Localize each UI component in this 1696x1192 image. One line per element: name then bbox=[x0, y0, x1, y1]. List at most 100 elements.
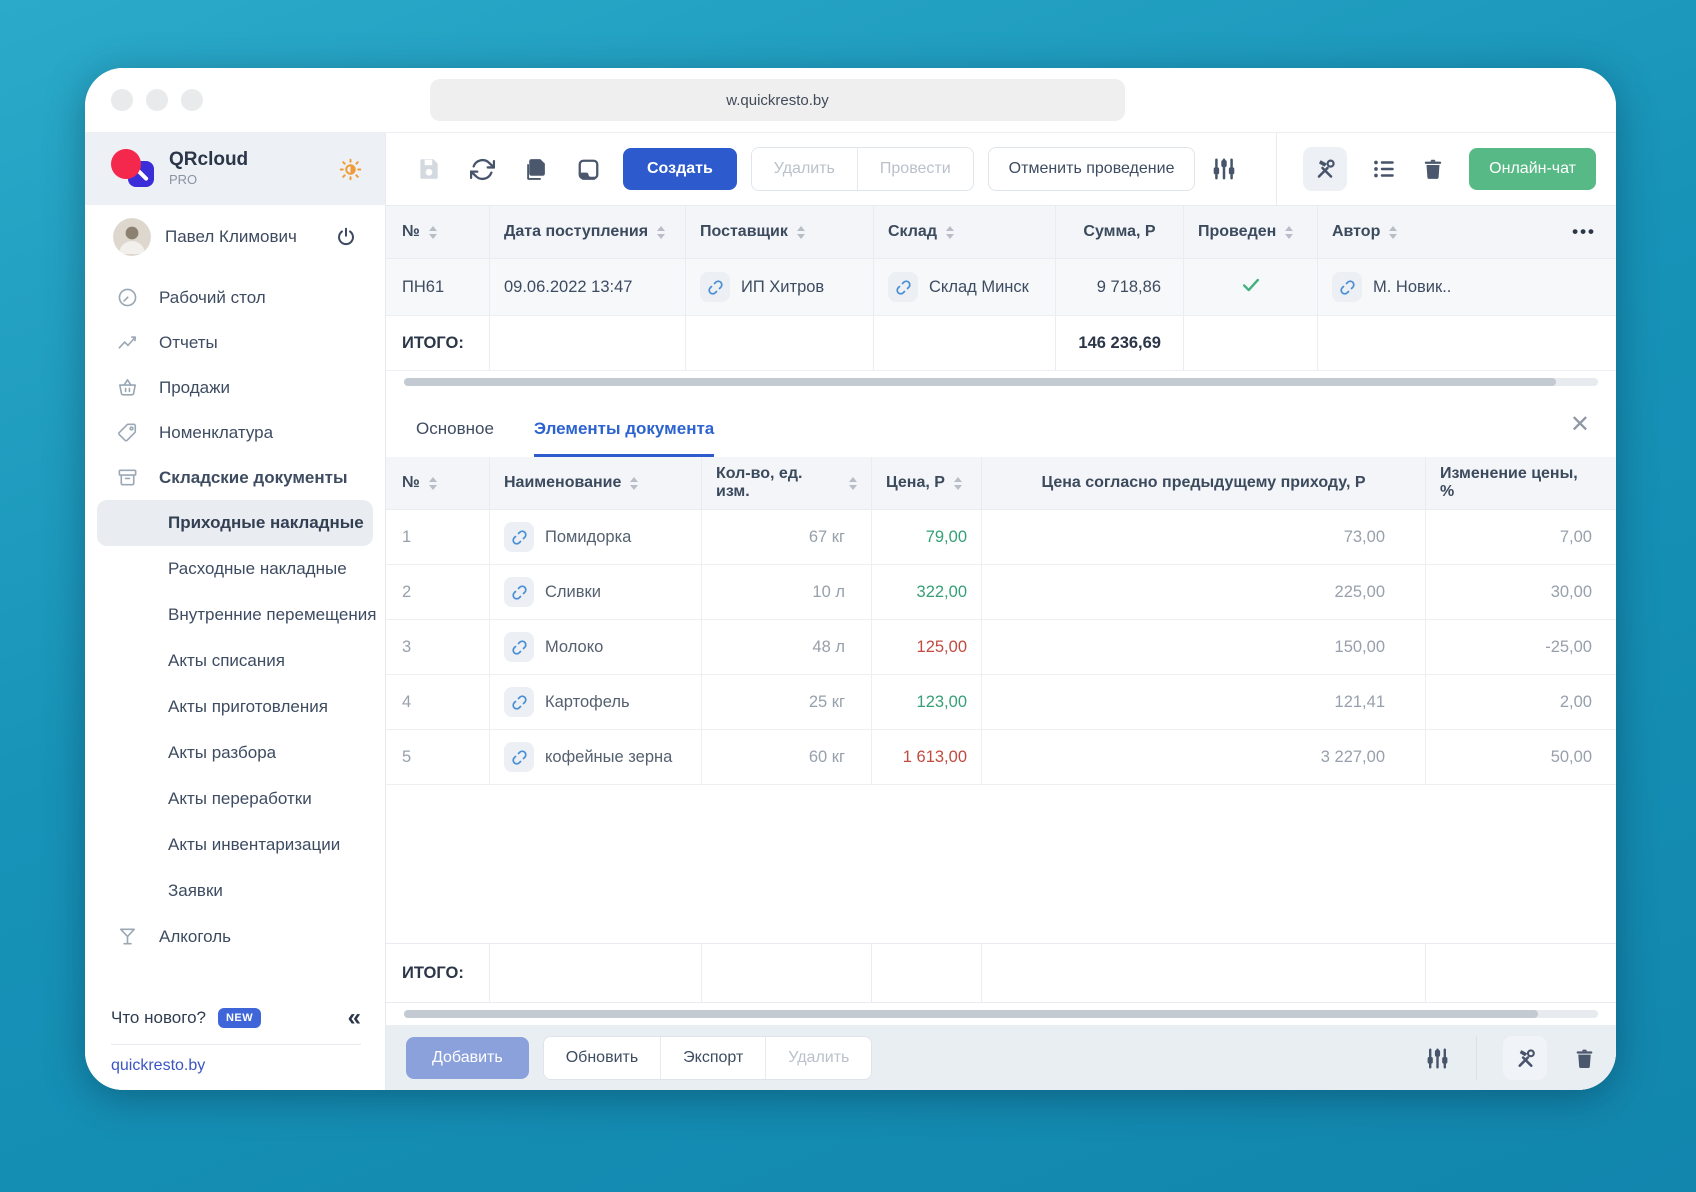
element-row[interactable]: 3 Молоко 48 л 125,00 150,00 -25,00 bbox=[386, 620, 1616, 675]
user-row[interactable]: Павел Климович bbox=[85, 205, 385, 269]
save-icon[interactable] bbox=[416, 156, 442, 182]
column-header-num[interactable]: № bbox=[386, 206, 490, 258]
column-settings-sliders-icon[interactable] bbox=[1425, 1046, 1450, 1071]
total-label: ИТОГО: bbox=[386, 316, 490, 370]
logout-power-icon[interactable] bbox=[335, 226, 357, 248]
sidebar-subitem-preparation-acts[interactable]: Акты приготовления bbox=[85, 684, 385, 730]
copy-icon[interactable] bbox=[523, 157, 548, 182]
export-button[interactable]: Экспорт bbox=[660, 1037, 766, 1079]
refresh-button[interactable]: Обновить bbox=[543, 1037, 661, 1079]
whats-new-link[interactable]: Что нового? bbox=[111, 1008, 206, 1028]
add-button[interactable]: Добавить bbox=[406, 1037, 529, 1079]
link-icon[interactable] bbox=[700, 272, 730, 302]
row-qty: 10 л bbox=[702, 565, 872, 619]
online-chat-button[interactable]: Онлайн-чат bbox=[1469, 148, 1596, 190]
column-header-supplier[interactable]: Поставщик bbox=[686, 206, 874, 258]
collapse-sidebar-icon[interactable]: « bbox=[348, 1006, 361, 1030]
user-name: Павел Климович bbox=[165, 227, 297, 246]
element-row[interactable]: 2 Сливки 10 л 322,00 225,00 30,00 bbox=[386, 565, 1616, 620]
more-columns-icon[interactable]: ••• bbox=[1572, 222, 1596, 242]
tab-main[interactable]: Основное bbox=[416, 419, 494, 457]
sidebar-item-dashboard[interactable]: Рабочий стол bbox=[85, 275, 385, 320]
column-header-price[interactable]: Цена, Р bbox=[872, 457, 982, 509]
sidebar-subitem-internal-transfers[interactable]: Внутренние перемещения bbox=[85, 592, 385, 638]
column-header-date[interactable]: Дата поступления bbox=[490, 206, 686, 258]
sidebar-item-nomenclature[interactable]: Номенклатура bbox=[85, 410, 385, 455]
row-change: 7,00 bbox=[1559, 527, 1592, 546]
column-header-name[interactable]: Наименование bbox=[490, 457, 702, 509]
doc-supplier-cell: ИП Хитров bbox=[686, 259, 874, 315]
column-header-sum[interactable]: Сумма, Р bbox=[1056, 206, 1184, 258]
theme-brightness-icon[interactable] bbox=[338, 157, 363, 182]
sort-icon bbox=[945, 225, 954, 239]
window-dot[interactable] bbox=[146, 89, 168, 111]
trash-icon[interactable] bbox=[1421, 157, 1445, 181]
sidebar-nav: Рабочий стол Отчеты Продажи Номенклатура… bbox=[85, 269, 385, 998]
refresh-icon[interactable] bbox=[470, 157, 495, 182]
document-row[interactable]: ПН61 09.06.2022 13:47 ИП Хитров Склад Ми… bbox=[386, 259, 1616, 316]
column-header-qty[interactable]: Кол-во, ед. изм. bbox=[702, 457, 872, 509]
scrollbar-thumb[interactable] bbox=[404, 1010, 1539, 1018]
basket-icon bbox=[115, 376, 139, 399]
brand-header: QRcloud PRO bbox=[85, 133, 385, 205]
doc-author-cell: М. Новик.. bbox=[1318, 259, 1616, 315]
trash-icon[interactable] bbox=[1573, 1047, 1596, 1070]
window-controls[interactable] bbox=[111, 89, 203, 111]
delete-button[interactable]: Удалить bbox=[751, 148, 857, 190]
column-header-author[interactable]: Автор ••• bbox=[1318, 206, 1616, 258]
link-icon[interactable] bbox=[504, 687, 534, 717]
sidebar-item-sales[interactable]: Продажи bbox=[85, 365, 385, 410]
documents-table-header: № Дата поступления Поставщик Склад Сумма… bbox=[386, 206, 1616, 259]
row-price: 1 613,00 bbox=[872, 730, 982, 784]
site-link[interactable]: quickresto.by bbox=[111, 1057, 205, 1074]
link-icon[interactable] bbox=[1332, 272, 1362, 302]
sidebar-item-reports[interactable]: Отчеты bbox=[85, 320, 385, 365]
element-row[interactable]: 5 кофейные зерна 60 кг 1 613,00 3 227,00… bbox=[386, 730, 1616, 785]
tab-document-elements[interactable]: Элементы документа bbox=[533, 419, 715, 457]
top-toolbar: Создать Удалить Провести Отменить провед… bbox=[386, 133, 1616, 206]
tab-window-icon[interactable] bbox=[576, 157, 601, 182]
row-prev-price: 121,41 bbox=[982, 675, 1426, 729]
column-settings-sliders-icon[interactable] bbox=[1211, 156, 1237, 182]
sidebar-item-warehouse-documents[interactable]: Складские документы bbox=[85, 455, 385, 500]
scrollbar-thumb[interactable] bbox=[404, 378, 1557, 386]
main-panel: Создать Удалить Провести Отменить провед… bbox=[386, 133, 1616, 1090]
window-dot[interactable] bbox=[111, 89, 133, 111]
sidebar-subitem-incoming-invoices[interactable]: Приходные накладные bbox=[97, 500, 373, 546]
delete-row-button[interactable]: Удалить bbox=[765, 1037, 872, 1079]
list-view-icon[interactable] bbox=[1371, 156, 1397, 182]
row-change: 2,00 bbox=[1559, 692, 1592, 711]
link-icon[interactable] bbox=[504, 742, 534, 772]
link-icon[interactable] bbox=[504, 522, 534, 552]
element-row[interactable]: 4 Картофель 25 кг 123,00 121,41 2,00 bbox=[386, 675, 1616, 730]
unpost-button[interactable]: Отменить проведение bbox=[987, 147, 1196, 191]
column-header-posted[interactable]: Проведен bbox=[1184, 206, 1318, 258]
close-panel-icon[interactable]: ✕ bbox=[1570, 413, 1590, 437]
total-sum: 146 236,69 bbox=[1056, 316, 1184, 370]
documents-hscrollbar bbox=[386, 371, 1616, 393]
sidebar-subitem-requests[interactable]: Заявки bbox=[85, 868, 385, 914]
url-bar[interactable]: w.quickresto.by bbox=[430, 79, 1125, 121]
window-dot[interactable] bbox=[181, 89, 203, 111]
create-button[interactable]: Создать bbox=[623, 148, 737, 190]
elements-hscrollbar bbox=[386, 1003, 1616, 1025]
sidebar-subitem-outgoing-invoices[interactable]: Расходные накладные bbox=[85, 546, 385, 592]
sidebar-subitem-inventory-acts[interactable]: Акты инвентаризации bbox=[85, 822, 385, 868]
element-row[interactable]: 1 Помидорка 67 кг 79,00 73,00 7,00 bbox=[386, 510, 1616, 565]
link-icon[interactable] bbox=[888, 272, 918, 302]
link-icon[interactable] bbox=[504, 577, 534, 607]
column-header-warehouse[interactable]: Склад bbox=[874, 206, 1056, 258]
tools-settings-icon[interactable] bbox=[1303, 147, 1348, 191]
post-button[interactable]: Провести bbox=[856, 148, 973, 190]
column-header-change[interactable]: Изменение цены, % bbox=[1426, 457, 1616, 509]
tools-settings-icon[interactable] bbox=[1503, 1036, 1547, 1080]
total-label: ИТОГО: bbox=[386, 944, 490, 1002]
sidebar-subitem-writeoff-acts[interactable]: Акты списания bbox=[85, 638, 385, 684]
column-header-prev-price[interactable]: Цена согласно предыдущему приходу, Р bbox=[982, 457, 1426, 509]
sidebar-item-alcohol[interactable]: Алкоголь bbox=[85, 914, 385, 959]
sidebar-subitem-processing-acts[interactable]: Акты переработки bbox=[85, 776, 385, 822]
sidebar-subitem-disassembly-acts[interactable]: Акты разбора bbox=[85, 730, 385, 776]
column-header-num[interactable]: № bbox=[386, 457, 490, 509]
reports-trend-icon bbox=[115, 331, 139, 354]
link-icon[interactable] bbox=[504, 632, 534, 662]
